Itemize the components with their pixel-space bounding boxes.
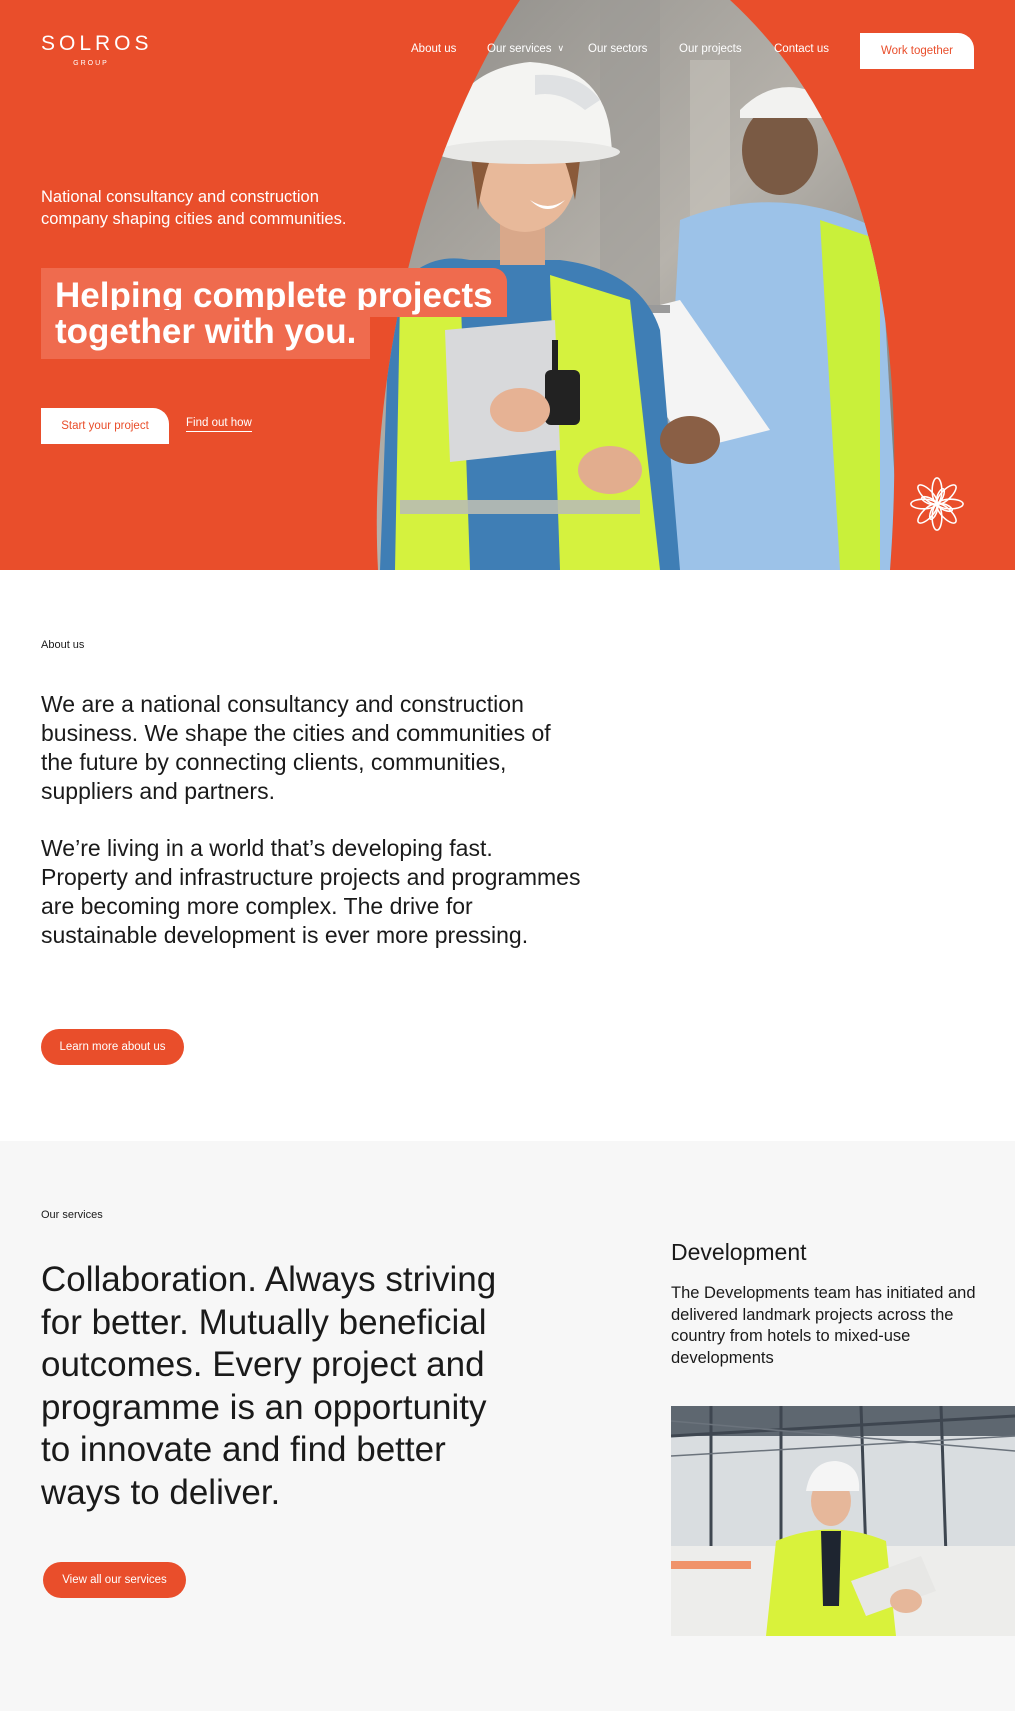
view-all-services-button[interactable]: View all our services	[43, 1562, 186, 1598]
nav-item-label: Our services	[487, 43, 552, 55]
service-card-description: The Developments team has initiated and …	[671, 1284, 976, 1367]
nav-item-contact-us[interactable]: Contact us	[774, 43, 829, 55]
about-paragraph-2: We’re living in a world that’s developin…	[41, 835, 581, 948]
nav-item-our-sectors[interactable]: Our sectors	[588, 43, 647, 55]
flower-emblem-icon	[910, 477, 964, 531]
hero-title: Helping complete projects together with …	[41, 268, 507, 359]
hero-section: SOLROS GROUP About us Our services ∨ Our …	[0, 0, 1015, 570]
hero-title-line-2: together with you.	[41, 310, 371, 359]
work-together-button[interactable]: Work together	[860, 33, 974, 69]
nav-item-our-services[interactable]: Our services ∨	[487, 43, 564, 55]
construction-worker-with-tablet-photo[interactable]	[671, 1406, 1015, 1636]
find-out-how-link[interactable]: Find out how	[186, 417, 252, 432]
services-section: Our services Collaboration. Always striv…	[0, 1141, 1015, 1711]
learn-more-about-us-button[interactable]: Learn more about us	[41, 1029, 184, 1065]
nav-item-our-projects[interactable]: Our projects	[679, 43, 742, 55]
about-paragraph-1: We are a national consultancy and constr…	[41, 691, 551, 804]
about-eyebrow: About us	[41, 639, 85, 651]
service-card-title[interactable]: Development	[671, 1239, 807, 1266]
services-eyebrow: Our services	[41, 1209, 103, 1221]
nav-item-about-us[interactable]: About us	[411, 43, 456, 55]
start-your-project-button[interactable]: Start your project	[41, 408, 169, 444]
services-heading: Collaboration. Always striving for bette…	[41, 1260, 497, 1512]
hero-subtitle: National consultancy and construction co…	[41, 188, 347, 228]
chevron-down-icon: ∨	[557, 43, 565, 53]
